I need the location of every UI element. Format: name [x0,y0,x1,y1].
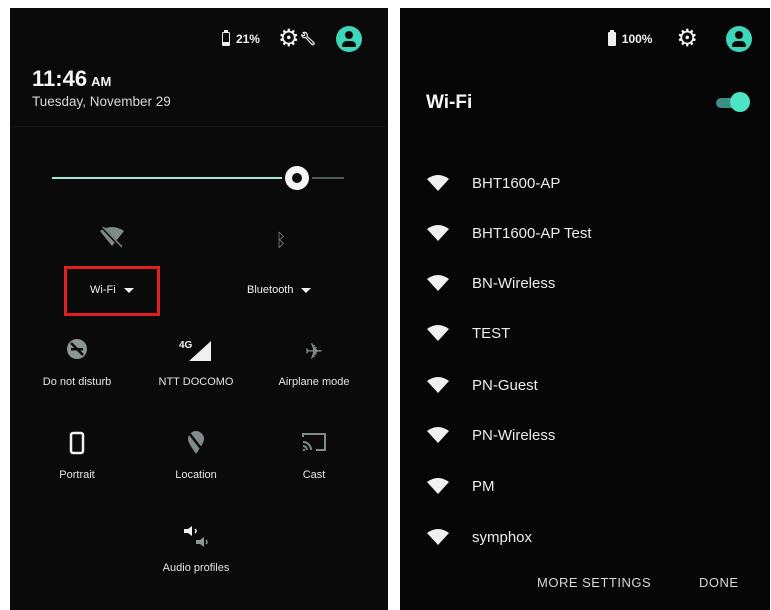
network-name: BN-Wireless [472,274,556,292]
tile-label: Airplane mode [278,376,350,388]
done-button[interactable]: DONE [699,575,739,590]
tile-bluetooth[interactable]: ᛒ [221,226,341,254]
wifi-signal-icon [427,529,449,545]
network-name: symphox [472,528,533,546]
divider [10,126,388,127]
network-item[interactable]: PN-Guest [426,371,538,399]
portrait-icon[interactable] [17,431,137,459]
clock-ampm: AM [91,74,112,89]
status-bar: 100% ⚙ [607,26,752,52]
wifi-title: Wi-Fi [426,92,473,113]
bluetooth-tile-label: Bluetooth [247,284,294,296]
wifi-signal-icon [427,427,449,443]
battery-percent: 21% [235,32,260,46]
tile-cast[interactable]: Cast [254,431,374,481]
wifi-highlight-box [64,266,160,316]
network-item[interactable]: PN-Wireless [426,421,555,449]
tile-audio-profiles[interactable]: Audio profiles [136,524,256,574]
clock-time: 11:46 [32,66,88,91]
tile-wifi[interactable] [52,225,172,254]
signal-icon[interactable]: 4G [136,338,256,366]
cast-icon[interactable] [254,431,374,459]
settings-gear-icon[interactable]: ⚙ [278,27,300,51]
network-name: TEST [472,324,511,342]
tile-do-not-disturb[interactable]: Do not disturb [17,338,137,388]
tile-cellular[interactable]: 4G NTT DOCOMO [136,338,256,388]
battery-percent: 100% [621,32,653,46]
status-bar: 21% ⚙ 🔧︎ [221,26,362,52]
network-name: PM [472,477,495,495]
tile-portrait[interactable]: Portrait [17,431,137,481]
more-settings-button[interactable]: MORE SETTINGS [537,575,651,590]
tile-label: NTT DOCOMO [158,376,234,388]
network-type: 4G [179,340,193,351]
network-name: BHT1600-AP Test [472,224,592,242]
wifi-signal-icon [427,275,449,291]
quick-settings-panel: 21% ⚙ 🔧︎ 11:46 AM Tuesday, November 29 Wi… [10,8,388,610]
wrench-icon: 🔧︎ [299,31,316,46]
account-icon[interactable] [726,26,752,52]
network-name: PN-Wireless [472,426,556,444]
battery-icon [221,30,230,46]
bluetooth-dropdown[interactable]: Bluetooth [247,284,312,296]
battery-icon [607,30,616,46]
tile-label: Cast [302,469,326,481]
network-name: PN-Guest [472,376,538,394]
location-off-icon[interactable] [136,431,256,459]
network-name: BHT1600-AP [472,174,561,192]
network-item[interactable]: TEST [426,319,510,347]
network-item[interactable]: BHT1600-AP [426,169,560,197]
wifi-signal-icon [427,377,449,393]
wifi-signal-icon [427,325,449,341]
tile-label: Audio profiles [162,562,230,574]
clock: 11:46 AM [32,66,111,92]
network-item[interactable]: symphox [426,523,532,551]
toggle-knob [730,92,750,112]
wifi-signal-icon [427,225,449,241]
tile-label: Portrait [59,469,95,481]
tile-airplane-mode[interactable]: ✈ Airplane mode [254,338,374,388]
brightness-slider[interactable] [52,166,344,190]
audio-profiles-icon[interactable] [136,524,256,552]
tile-label: Do not disturb [42,376,112,388]
brightness-track-filled [52,177,298,179]
brightness-thumb-icon[interactable] [285,166,310,190]
account-icon[interactable] [336,26,362,52]
wifi-off-icon[interactable] [52,225,172,254]
network-item[interactable]: BHT1600-AP Test [426,219,592,247]
wifi-signal-icon [427,175,449,191]
settings-gear-icon[interactable]: ⚙ [676,27,698,51]
tile-location[interactable]: Location [136,431,256,481]
bluetooth-off-icon[interactable]: ᛒ [221,226,341,254]
wifi-toggle[interactable] [716,92,750,112]
do-not-disturb-icon[interactable] [17,338,137,366]
wifi-panel: 100% ⚙ Wi-Fi BHT1600-AP BHT1600-AP Test BN… [400,8,770,610]
wifi-signal-icon [427,478,449,494]
chevron-down-icon [301,287,312,293]
tile-label: Location [175,469,217,481]
network-item[interactable]: BN-Wireless [426,269,555,297]
airplane-icon[interactable]: ✈ [254,338,374,366]
date-label[interactable]: Tuesday, November 29 [32,94,171,109]
network-item[interactable]: PM [426,472,495,500]
